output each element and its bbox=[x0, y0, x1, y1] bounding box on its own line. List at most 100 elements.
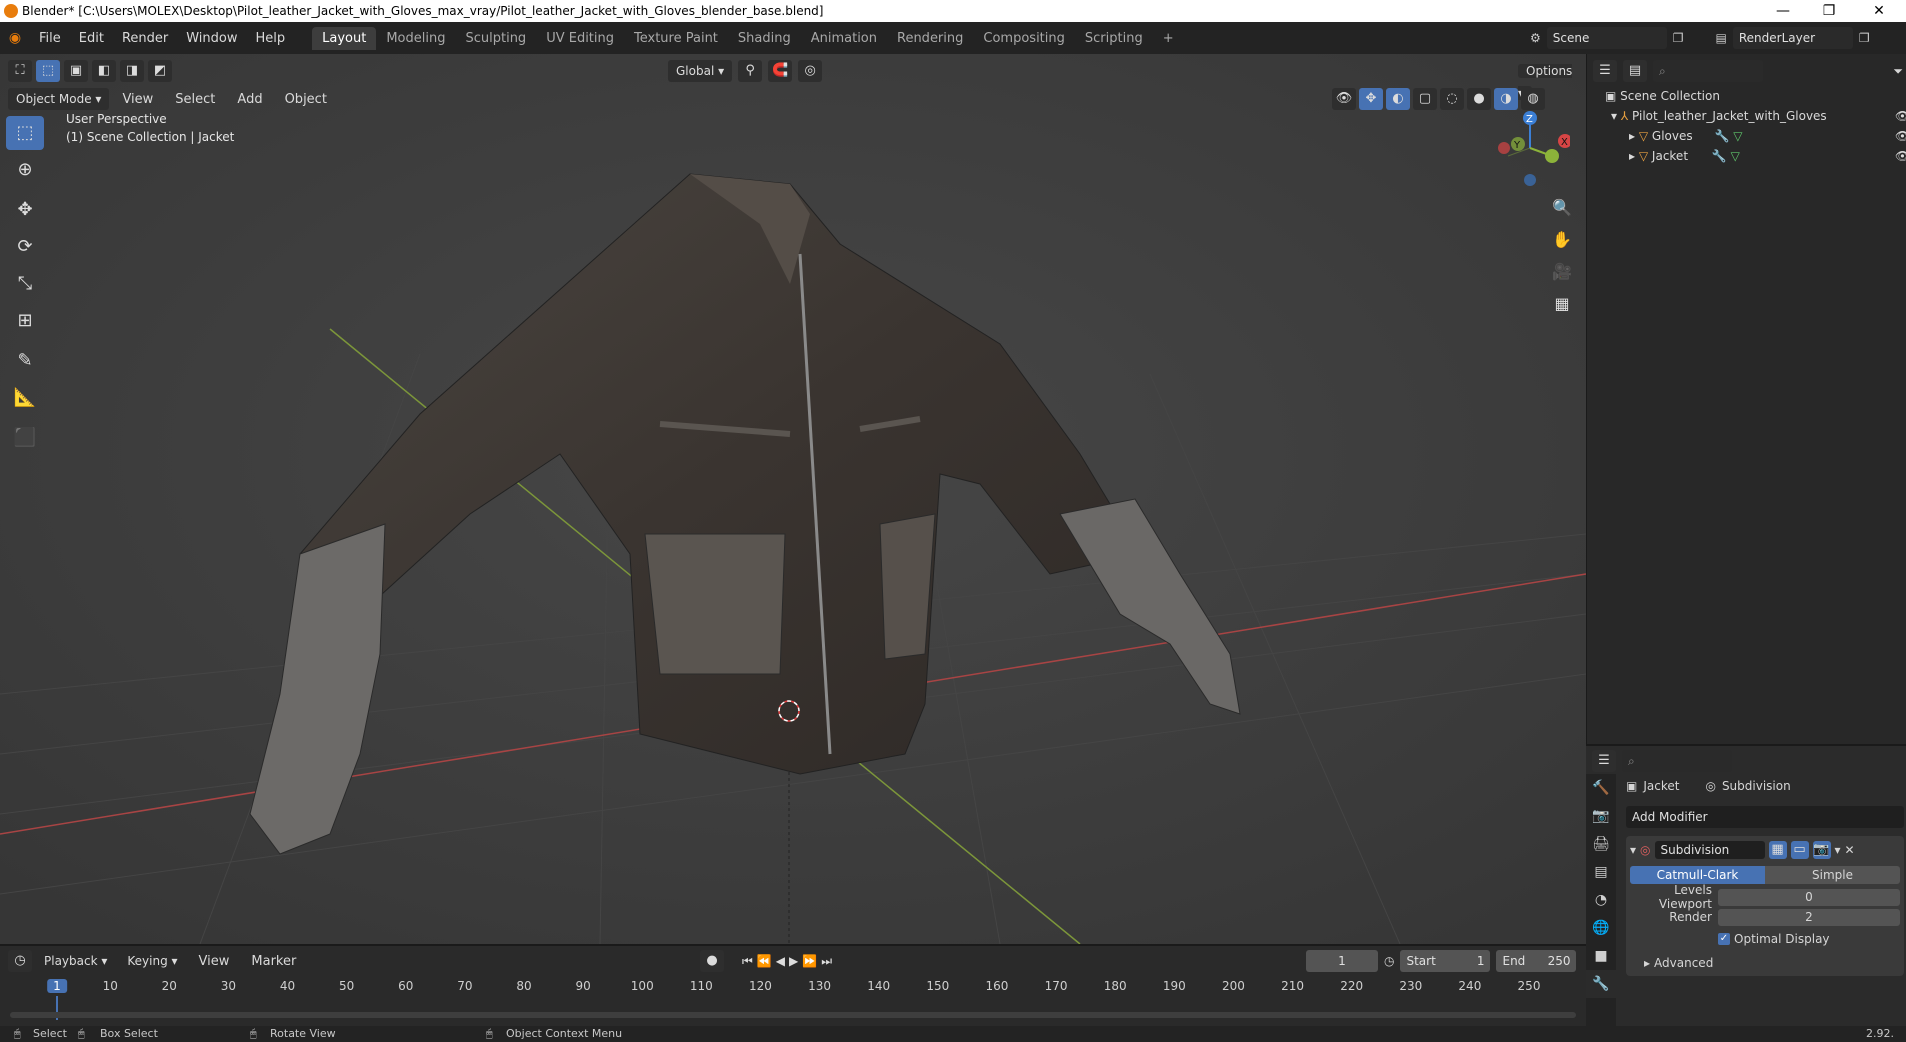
tab-compositing[interactable]: Compositing bbox=[973, 27, 1075, 50]
select-new-icon[interactable]: ▣ bbox=[64, 60, 88, 82]
measure-tool-icon[interactable]: 📐 bbox=[6, 381, 44, 415]
rotate-tool-icon[interactable]: ⟳ bbox=[6, 230, 44, 264]
outliner-row-collection[interactable]: ▾ ⅄ Pilot_leather_Jacket_with_Gloves 👁 bbox=[1605, 106, 1906, 126]
mode-dropdown[interactable]: Object Mode ▾ bbox=[8, 88, 110, 110]
perspective-toggle-icon[interactable]: ▦ bbox=[1548, 290, 1576, 318]
viewport-menu-view[interactable]: View bbox=[113, 92, 162, 107]
end-frame-field[interactable]: End 250 bbox=[1496, 950, 1577, 972]
view-layer-field[interactable]: RenderLayer bbox=[1732, 27, 1853, 49]
world-tab-icon[interactable]: 🌐 bbox=[1586, 914, 1616, 942]
scene-icon[interactable]: ⚙ bbox=[1530, 31, 1541, 45]
menu-help[interactable]: Help bbox=[247, 31, 295, 46]
3d-viewport[interactable]: ⛶ ⬚ ▣ ◧ ◨ ◩ Global ▾ ⚲ 🧲 ◎ Options ▾ Obj… bbox=[0, 54, 1586, 944]
expand-arrow-icon[interactable]: ▸ bbox=[1629, 149, 1635, 163]
scene-field[interactable]: Scene bbox=[1546, 27, 1667, 49]
properties-editor-type-icon[interactable]: ☰ bbox=[1592, 750, 1616, 772]
collapse-arrow-icon[interactable]: ▾ bbox=[1630, 843, 1636, 857]
pivot-icon[interactable]: ⚲ bbox=[738, 60, 763, 82]
add-modifier-dropdown[interactable]: Add Modifier bbox=[1626, 806, 1904, 828]
tab-animation[interactable]: Animation bbox=[801, 27, 887, 50]
tab-scripting[interactable]: Scripting bbox=[1075, 27, 1153, 50]
orientation-dropdown[interactable]: Global ▾ bbox=[668, 60, 733, 82]
visibility-icon[interactable]: 👁 bbox=[1332, 88, 1356, 110]
view-layer-icon[interactable]: ▤ bbox=[1716, 31, 1727, 45]
pan-hand-icon[interactable]: ✋ bbox=[1548, 226, 1576, 254]
tab-uv-editing[interactable]: UV Editing bbox=[536, 27, 624, 50]
tab-layout[interactable]: Layout bbox=[312, 26, 377, 50]
viewport-menu-add[interactable]: Add bbox=[228, 92, 271, 107]
timeline-marker-menu[interactable]: Marker bbox=[242, 954, 305, 969]
outliner-row-gloves[interactable]: ▸ ▽ Gloves 🔧 ▽ 👁 bbox=[1605, 126, 1906, 146]
current-frame-field[interactable]: 1 bbox=[1306, 950, 1378, 972]
remove-modifier-icon[interactable]: ✕ bbox=[1845, 843, 1855, 857]
modifier-wrench-icon[interactable]: 🔧 bbox=[1714, 129, 1729, 143]
view-layer-tab-icon[interactable]: ▤ bbox=[1586, 858, 1616, 886]
render-levels-field[interactable]: 2 bbox=[1718, 908, 1900, 926]
modifier-wrench-icon[interactable]: 🔧 bbox=[1712, 149, 1727, 163]
blender-menu-icon[interactable]: ◉ bbox=[0, 30, 30, 46]
scene-tab-icon[interactable]: ◔ bbox=[1586, 886, 1616, 914]
mesh-data-icon[interactable]: ▽ bbox=[1733, 129, 1742, 143]
properties-search-input[interactable]: ⌕ bbox=[1622, 750, 1732, 772]
optimal-display-checkbox[interactable]: ✓ bbox=[1718, 933, 1730, 945]
viewport-toggle-icon[interactable]: ▭ bbox=[1790, 841, 1809, 859]
cursor-tool-icon[interactable]: ⊕ bbox=[6, 153, 44, 187]
render-toggle-icon[interactable]: 📷 bbox=[1812, 841, 1831, 859]
modifier-tab-icon[interactable]: 🔧 bbox=[1586, 970, 1616, 998]
maximize-button[interactable]: ❐ bbox=[1806, 0, 1852, 22]
menu-window[interactable]: Window bbox=[177, 31, 246, 46]
zoom-icon[interactable]: 🔍 bbox=[1548, 194, 1576, 222]
catmull-clark-button[interactable]: Catmull-Clark bbox=[1630, 866, 1765, 884]
new-scene-icon[interactable]: ❐ bbox=[1673, 31, 1684, 45]
overlay-toggle-icon[interactable]: ◐ bbox=[1386, 88, 1410, 110]
add-cube-tool-icon[interactable]: ⬛ bbox=[6, 421, 44, 455]
expand-arrow-icon[interactable]: ▸ bbox=[1629, 129, 1635, 143]
xray-icon[interactable]: ▢ bbox=[1413, 88, 1437, 110]
proportional-edit-icon[interactable]: ◎ bbox=[798, 60, 823, 82]
expand-arrow-icon[interactable]: ▾ bbox=[1611, 109, 1617, 123]
frame-ruler[interactable]: 1 10 20 30 40 50 60 70 80 90 100 110 120 130 140 150 160… bbox=[0, 976, 1586, 1020]
viewport-menu-object[interactable]: Object bbox=[276, 92, 336, 107]
shading-solid-icon[interactable]: ● bbox=[1467, 88, 1491, 110]
shading-material-icon[interactable]: ◑ bbox=[1494, 88, 1518, 110]
navigation-gizmo[interactable]: Z Y X bbox=[1490, 108, 1570, 188]
shading-rendered-icon[interactable]: ◍ bbox=[1521, 88, 1545, 110]
mesh-data-icon[interactable]: ▽ bbox=[1731, 149, 1740, 163]
advanced-label[interactable]: Advanced bbox=[1654, 956, 1713, 970]
visibility-eye-icon[interactable]: 👁 bbox=[1895, 126, 1906, 146]
snap-icon[interactable]: 🧲 bbox=[768, 60, 793, 82]
timeline-view-menu[interactable]: View bbox=[190, 954, 239, 969]
scale-tool-icon[interactable]: ⤡ bbox=[6, 267, 44, 301]
select-box-tool-icon[interactable]: ⬚ bbox=[6, 116, 44, 150]
playback-menu[interactable]: Playback ▾ bbox=[36, 950, 115, 972]
edit-mode-toggle-icon[interactable]: ▦ bbox=[1768, 841, 1787, 859]
filter-icon[interactable]: ⏷ bbox=[1893, 64, 1903, 79]
viewport-menu-select[interactable]: Select bbox=[166, 92, 224, 107]
annotate-tool-icon[interactable]: ✎ bbox=[6, 344, 44, 378]
select-subtract-icon[interactable]: ◨ bbox=[120, 60, 144, 82]
tab-texture-paint[interactable]: Texture Paint bbox=[624, 27, 728, 50]
jump-start-icon[interactable]: ⏮ bbox=[742, 954, 753, 969]
menu-file[interactable]: File bbox=[30, 31, 70, 46]
editor-type-icon[interactable]: ⛶ bbox=[8, 60, 32, 82]
play-icon[interactable]: ▶ bbox=[789, 954, 798, 968]
start-frame-field[interactable]: Start 1 bbox=[1400, 950, 1491, 972]
new-view-layer-icon[interactable]: ❐ bbox=[1859, 31, 1870, 45]
advanced-expand-icon[interactable]: ▸ bbox=[1644, 956, 1650, 970]
render-tab-icon[interactable]: 📷 bbox=[1586, 802, 1616, 830]
outliner-row-jacket[interactable]: ▸ ▽ Jacket 🔧 ▽ 👁 bbox=[1605, 146, 1906, 166]
select-extend-icon[interactable]: ◧ bbox=[92, 60, 116, 82]
modifier-name-field[interactable]: Subdivision bbox=[1654, 841, 1765, 859]
tab-shading[interactable]: Shading bbox=[728, 27, 801, 50]
keying-menu[interactable]: Keying ▾ bbox=[119, 950, 185, 972]
simple-button[interactable]: Simple bbox=[1765, 866, 1900, 884]
outliner-editor-type-icon[interactable]: ☰ bbox=[1593, 60, 1617, 82]
camera-view-icon[interactable]: 🎥 bbox=[1548, 258, 1576, 286]
record-icon[interactable]: ● bbox=[700, 950, 724, 972]
gizmo-toggle-icon[interactable]: ✥ bbox=[1359, 88, 1383, 110]
tab-sculpting[interactable]: Sculpting bbox=[455, 27, 536, 50]
visibility-eye-icon[interactable]: 👁 bbox=[1895, 106, 1906, 126]
transform-tool-icon[interactable]: ⊞ bbox=[6, 304, 44, 338]
timeline-scrollbar[interactable] bbox=[10, 1012, 1576, 1018]
select-invert-icon[interactable]: ◩ bbox=[148, 60, 172, 82]
